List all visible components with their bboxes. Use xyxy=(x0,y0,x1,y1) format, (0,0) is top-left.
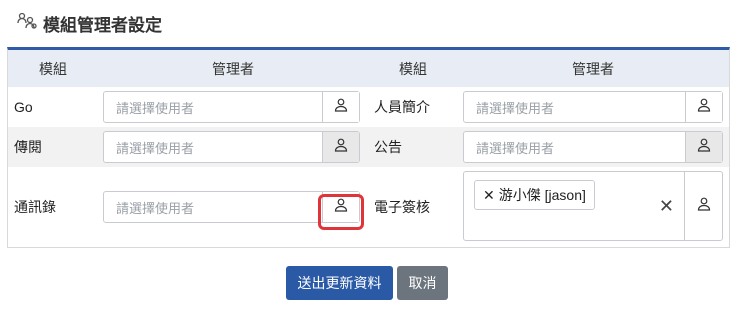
table-header: 模組 管理者 模組 管理者 xyxy=(8,50,729,87)
tag-area[interactable]: ✕ 游小傑 [jason] ✕ xyxy=(464,172,684,240)
user-icon xyxy=(697,98,711,117)
select-user-button[interactable] xyxy=(685,92,722,122)
clear-selection-icon[interactable]: ✕ xyxy=(659,196,674,217)
module-admin-table: 模組 管理者 模組 管理者 Go 請選擇使用者 人員簡介 請選擇使用者 傳閱 請… xyxy=(7,47,730,248)
user-icon xyxy=(697,138,711,157)
module-label: Go xyxy=(14,99,33,115)
user-icon xyxy=(334,98,348,117)
header-module-2: 模組 xyxy=(399,60,427,77)
module-label: 電子簽核 xyxy=(374,199,430,215)
form-actions: 送出更新資料 取消 xyxy=(286,266,448,300)
cancel-button[interactable]: 取消 xyxy=(397,266,448,300)
user-tag-picker[interactable]: ✕ 游小傑 [jason] ✕ xyxy=(463,171,723,241)
page-title: 模組管理者設定 xyxy=(17,10,162,36)
table-row: 傳閱 請選擇使用者 公告 請選擇使用者 xyxy=(8,127,729,167)
highlight-box xyxy=(318,194,364,230)
users-settings-icon xyxy=(17,11,37,36)
submit-button[interactable]: 送出更新資料 xyxy=(286,266,393,300)
header-module-1: 模組 xyxy=(39,60,67,77)
header-admin-2: 管理者 xyxy=(572,60,614,77)
user-picker-placeholder[interactable]: 請選擇使用者 xyxy=(104,132,322,162)
selected-user-name: 游小傑 [jason] xyxy=(498,187,586,203)
user-picker-placeholder[interactable]: 請選擇使用者 xyxy=(104,192,322,222)
select-user-button[interactable] xyxy=(322,132,359,162)
module-label: 公告 xyxy=(374,139,402,155)
module-label: 通訊錄 xyxy=(14,199,56,215)
user-picker[interactable]: 請選擇使用者 xyxy=(463,91,723,123)
select-user-button[interactable] xyxy=(684,172,722,240)
module-label: 傳閱 xyxy=(14,139,42,155)
close-icon[interactable]: ✕ xyxy=(483,187,495,204)
table-row: Go 請選擇使用者 人員簡介 請選擇使用者 xyxy=(8,87,729,127)
header-admin-1: 管理者 xyxy=(212,60,254,77)
user-icon xyxy=(334,138,348,157)
table-row: 通訊錄 請選擇使用者 電子簽核 ✕ 游小傑 [jason] ✕ xyxy=(8,167,729,247)
select-user-button[interactable] xyxy=(322,92,359,122)
user-picker[interactable]: 請選擇使用者 xyxy=(103,131,360,163)
select-user-button[interactable] xyxy=(685,132,722,162)
user-icon xyxy=(697,197,711,216)
selected-user-tag[interactable]: ✕ 游小傑 [jason] xyxy=(474,180,595,210)
user-picker[interactable]: 請選擇使用者 xyxy=(103,91,360,123)
page-title-text: 模組管理者設定 xyxy=(43,15,162,35)
module-label: 人員簡介 xyxy=(374,99,430,115)
user-picker-placeholder[interactable]: 請選擇使用者 xyxy=(104,92,322,122)
user-picker-placeholder[interactable]: 請選擇使用者 xyxy=(464,132,685,162)
user-picker-placeholder[interactable]: 請選擇使用者 xyxy=(464,92,685,122)
user-picker[interactable]: 請選擇使用者 xyxy=(463,131,723,163)
